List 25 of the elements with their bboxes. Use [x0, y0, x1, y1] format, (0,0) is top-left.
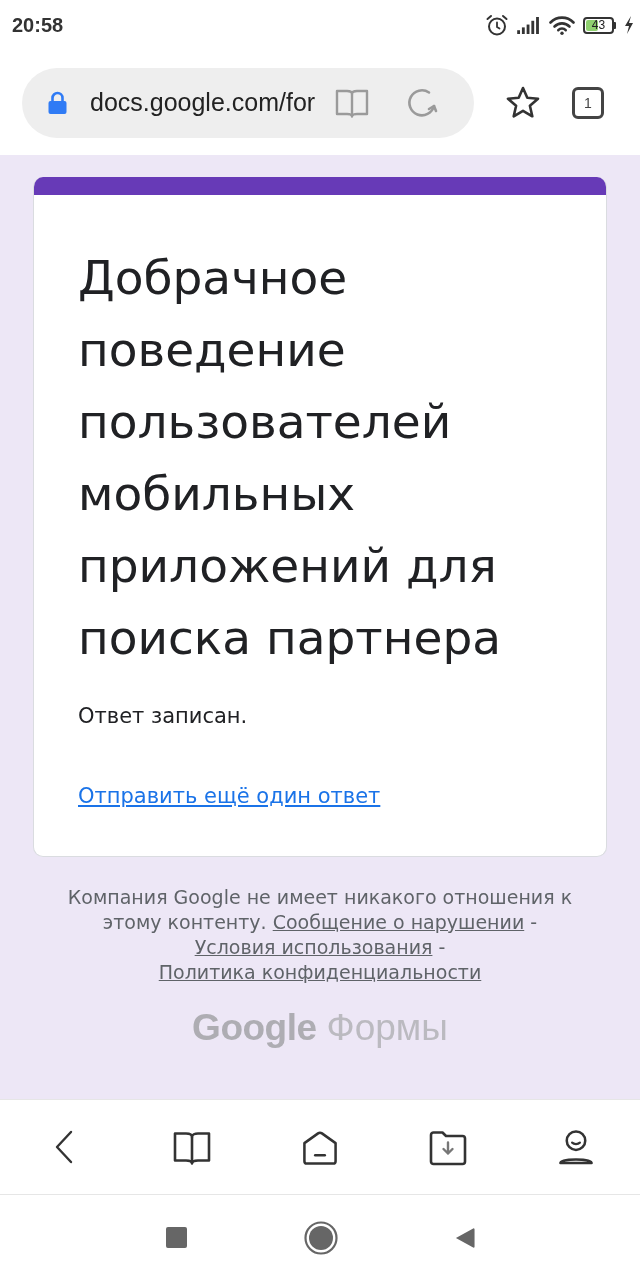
footer-link[interactable]: Сообщение о нарушении — [272, 911, 525, 933]
profile-icon[interactable] — [556, 1128, 596, 1166]
charging-bolt-icon — [624, 16, 634, 34]
home-circle-icon[interactable] — [303, 1220, 338, 1255]
lock-icon — [47, 90, 68, 115]
star-icon[interactable] — [506, 86, 540, 119]
download-folder-icon[interactable] — [428, 1128, 468, 1166]
home-icon[interactable] — [300, 1128, 340, 1166]
confirmation-message: Ответ записан. — [78, 703, 248, 730]
tab-count-button[interactable]: 1 — [572, 86, 604, 119]
recents-icon[interactable] — [165, 1227, 187, 1248]
signal-bars-icon — [517, 16, 541, 34]
disclaimer-text: Компания Google не имеет никакого отношения к этому контенту. Сообщение о нарушении - Условия использования - Политика конфиденциальности — [66, 885, 574, 985]
back-triangle-icon[interactable] — [454, 1226, 475, 1249]
alarm-clock-icon — [485, 13, 509, 37]
footer-link[interactable]: Условия использования — [194, 936, 433, 958]
form-title: Добрачное поведение пользователей мобильных приложений для поиска партнера — [78, 249, 503, 667]
status-time: 20:58 — [12, 13, 64, 37]
google-logo-text: Google — [192, 1007, 317, 1049]
url-text[interactable]: docs.google.com/for — [90, 88, 325, 117]
wifi-icon — [549, 15, 575, 35]
back-icon[interactable] — [54, 1130, 74, 1164]
address-bar[interactable]: docs.google.com/for — [22, 67, 474, 138]
footer-link[interactable]: Политика конфиденциальности — [158, 961, 482, 983]
submit-another-link[interactable]: Отправить ещё один ответ — [78, 782, 381, 810]
